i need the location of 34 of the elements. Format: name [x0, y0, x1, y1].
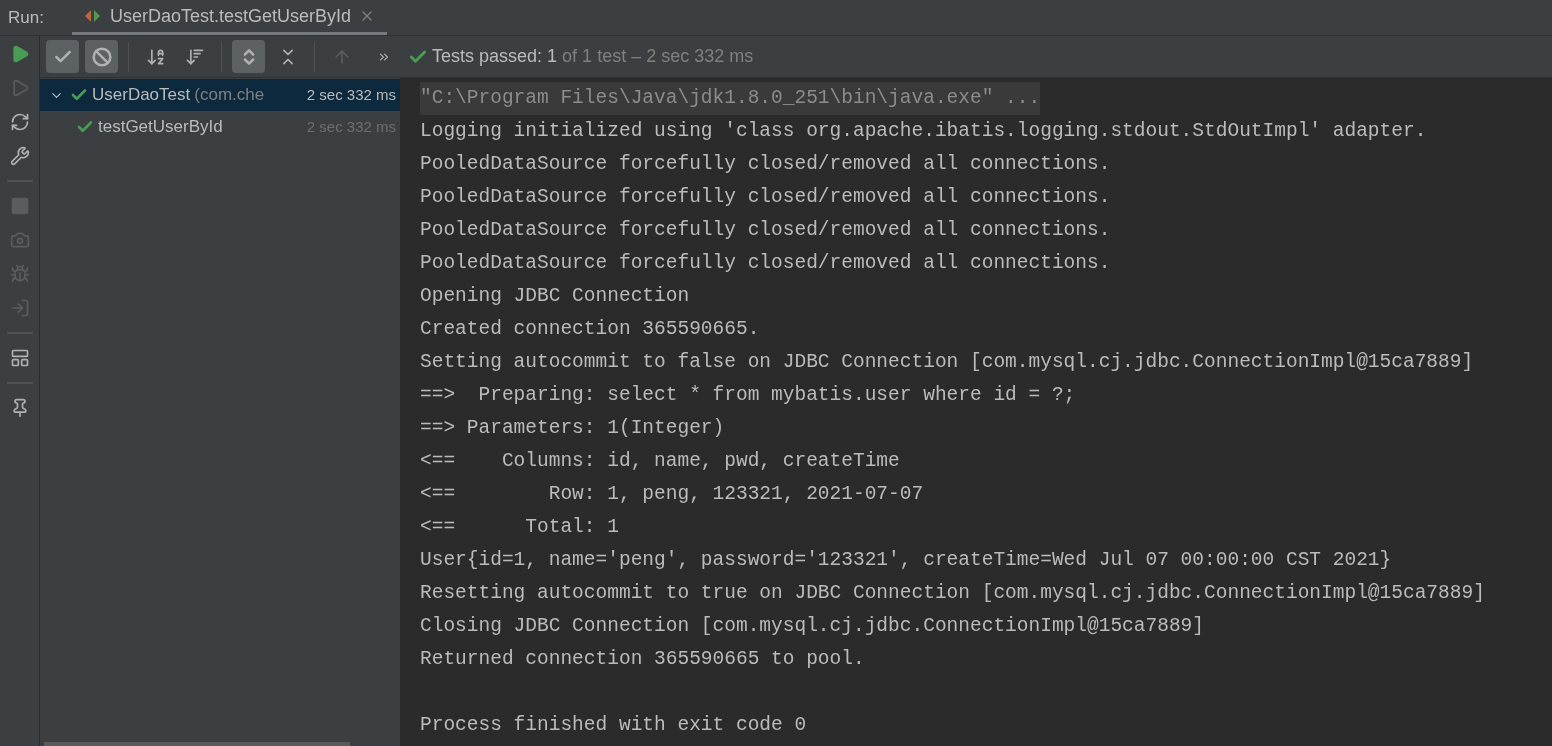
console-line: <== Total: 1 [420, 515, 619, 540]
test-name: testGetUserById [98, 116, 223, 139]
console-line: ==> Preparing: select * from mybatis.user where id = ?; [420, 383, 1076, 408]
wrench-icon[interactable] [9, 146, 30, 166]
console-line: Resetting autocommit to true on JDBC Connection [com.mysql.cj.jdbc.ConnectionImpl@15ca7889] [420, 581, 1485, 606]
expand-button[interactable] [232, 40, 265, 73]
layout-icon[interactable] [9, 348, 30, 368]
test-name: UserDaoTest [92, 84, 191, 107]
console-line: Setting autocommit to false on JDBC Connection [com.mysql.cj.jdbc.ConnectionImpl@15ca7889] [420, 350, 1474, 375]
status-text: Tests passed: 1 of 1 test – 2 sec 332 ms [432, 45, 754, 68]
console-line: User{id=1, name='peng', password='123321', createTime=Wed Jul 07 00:00:00 CST 2021} [420, 548, 1392, 573]
console-line: <== Columns: id, name, pwd, createTime [420, 449, 900, 474]
prohibited-button[interactable] [85, 40, 118, 73]
check-button[interactable] [46, 40, 79, 73]
test-duration: 2 sec 332 ms [306, 84, 396, 105]
console-line: ==> Parameters: 1(Integer) [420, 416, 725, 441]
refresh-icon[interactable] [9, 112, 30, 132]
console-line: Returned connection 365590665 to pool. [420, 647, 865, 672]
console-line: Closing JDBC Connection [com.mysql.cj.jdbc.ConnectionImpl@15ca7889] [420, 614, 1205, 639]
console-line: PooledDataSource forcefully closed/removed all connections. [420, 152, 1111, 177]
tree-item[interactable]: UserDaoTest (com.che 2 sec 332 ms [40, 79, 400, 111]
console-line: Opening JDBC Connection [420, 284, 690, 309]
console-line: PooledDataSource forcefully closed/removed all connections. [420, 185, 1111, 210]
console-line: Process finished with exit code 0 [420, 713, 807, 738]
console-line: Logging initialized using 'class org.apache.ibatis.logging.stdout.StdOutImpl' adapter. [420, 119, 1427, 144]
prohibited-icon [91, 46, 112, 67]
run-config-icon [83, 9, 102, 23]
console-line: <== Row: 1, peng, 123321, 2021-07-07 [420, 482, 924, 507]
console-line: PooledDataSource forcefully closed/removed all connections. [420, 218, 1111, 243]
run-tab[interactable]: UserDaoTest.testGetUserById [71, 0, 387, 35]
console-line: PooledDataSource forcefully closed/removed all connections. [420, 251, 1111, 276]
package-name: (com.che [194, 84, 265, 107]
run-label: Run: [7, 6, 45, 29]
console-line: Created connection 365590665. [420, 317, 760, 342]
